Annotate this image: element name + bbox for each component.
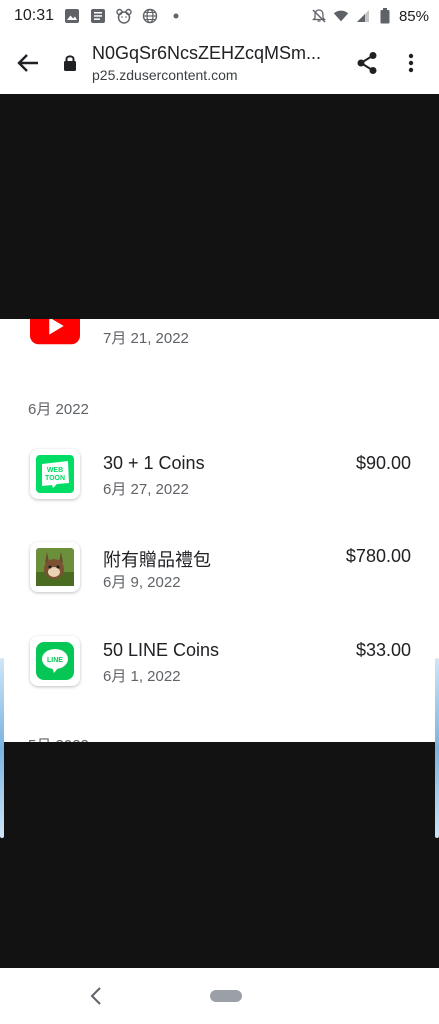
mute-icon	[311, 8, 327, 24]
webtoon-icon: WEB TOON	[30, 449, 80, 499]
browser-toolbar: N0GqSr6NcsZEHZcqMSm... p25.zdusercontent…	[0, 32, 439, 94]
more-vert-icon	[408, 53, 414, 73]
youtube-icon	[30, 319, 80, 351]
nav-back-button[interactable]	[86, 984, 106, 1008]
more-notifications-dot-icon	[168, 8, 184, 24]
svg-text:WEB: WEB	[47, 467, 63, 474]
page-title: N0GqSr6NcsZEHZcqMSm...	[92, 43, 322, 63]
item-title: 附有贈品禮包	[103, 550, 211, 570]
item-price: $33.00	[355, 640, 411, 660]
item-price: $90.00	[355, 453, 411, 473]
list-item[interactable]: LINE 50 LINE Coins 6月 1, 2022 $33.00	[0, 634, 439, 704]
chevron-left-icon	[90, 987, 101, 1005]
item-price: $780.00	[345, 546, 411, 566]
signal-icon	[355, 8, 371, 24]
arrow-back-icon	[17, 54, 38, 72]
edge-glow-right	[435, 658, 439, 838]
home-pill-button[interactable]	[209, 990, 242, 1002]
url-field[interactable]: N0GqSr6NcsZEHZcqMSm... p25.zdusercontent…	[92, 43, 345, 83]
globe-notification-icon	[142, 8, 158, 24]
svg-text:LINE: LINE	[47, 657, 63, 664]
game-character-icon	[30, 542, 80, 592]
item-date: 6月 27, 2022	[103, 481, 189, 498]
status-time: 10:31	[14, 7, 55, 24]
battery-icon	[377, 8, 393, 24]
share-icon	[357, 52, 377, 74]
item-title: 50 LINE Coins	[103, 640, 220, 660]
system-navigation-bar	[0, 968, 439, 1024]
back-button[interactable]	[0, 35, 56, 91]
lock-icon[interactable]	[60, 53, 80, 73]
list-item[interactable]: 7月 21, 2022	[0, 319, 439, 375]
line-icon: LINE	[30, 636, 80, 686]
item-title: 30 + 1 Coins	[103, 453, 205, 473]
battery-percent: 85%	[398, 7, 429, 25]
item-date: 7月 21, 2022	[103, 330, 189, 347]
share-button[interactable]	[345, 41, 389, 85]
bear-notification-icon	[116, 8, 132, 24]
month-header: 6月 2022	[28, 401, 89, 418]
status-bar: 10:31 85%	[0, 0, 439, 32]
overflow-menu-button[interactable]	[389, 41, 433, 85]
purchase-history-list: 7月 21, 2022 6月 2022 WEB TOON 30 + 1 Coins…	[0, 319, 439, 742]
list-item[interactable]: 附有贈品禮包 6月 9, 2022 $780.00	[0, 540, 439, 610]
list-item[interactable]: WEB TOON 30 + 1 Coins 6月 27, 2022 $90.00	[0, 447, 439, 517]
redaction-overlay-bottom	[0, 742, 439, 968]
document-notification-icon	[90, 8, 106, 24]
wifi-icon	[333, 8, 349, 24]
month-header: 5月 2022	[28, 734, 89, 742]
page-domain: p25.zdusercontent.com	[92, 67, 238, 83]
image-notification-icon	[64, 8, 80, 24]
edge-glow-left	[0, 658, 4, 838]
item-date: 6月 1, 2022	[103, 668, 181, 685]
svg-text:TOON: TOON	[45, 475, 65, 482]
item-date: 6月 9, 2022	[103, 574, 181, 591]
redaction-overlay-top	[0, 94, 439, 319]
